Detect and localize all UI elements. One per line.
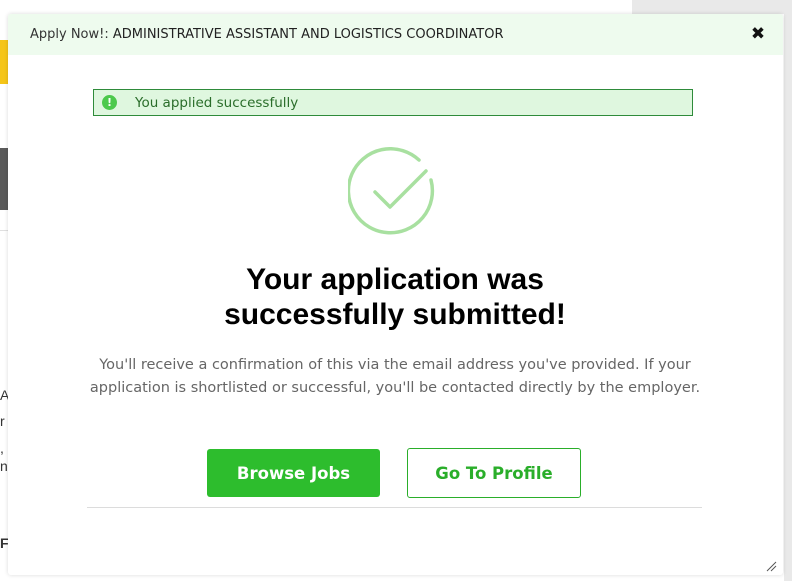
checkmark-circle-icon (346, 147, 440, 239)
background-text: , (0, 440, 4, 456)
apply-modal: Apply Now!: ADMINISTRATIVE ASSISTANT AND… (8, 14, 783, 575)
close-icon[interactable]: ✖ (749, 24, 767, 44)
modal-divider (87, 507, 702, 508)
background-image (0, 148, 8, 210)
modal-title-prefix: Apply Now!: (30, 27, 113, 42)
background-strip (784, 0, 792, 581)
headline-line-1: Your application was (246, 263, 544, 296)
browse-jobs-button[interactable]: Browse Jobs (207, 449, 380, 497)
go-to-profile-button[interactable]: Go To Profile (407, 448, 581, 498)
success-description: You'll receive a confirmation of this vi… (89, 357, 701, 396)
modal-title-job: ADMINISTRATIVE ASSISTANT AND LOGISTICS C… (112, 27, 504, 42)
resize-handle-icon[interactable] (765, 557, 777, 572)
success-alert: ! You applied successfully (93, 89, 693, 116)
headline-line-2: successfully submitted! (224, 298, 566, 331)
background-text: r (0, 413, 5, 429)
background-strip (632, 0, 792, 14)
exclamation-circle-icon: ! (102, 95, 117, 110)
modal-title: Apply Now!: ADMINISTRATIVE ASSISTANT AND… (30, 27, 504, 42)
modal-header: Apply Now!: ADMINISTRATIVE ASSISTANT AND… (8, 14, 783, 55)
background-banner (0, 40, 8, 84)
background-divider (0, 230, 8, 231)
background-text: n (0, 458, 8, 474)
success-headline: Your application was successfully submit… (95, 262, 695, 332)
alert-text: You applied successfully (135, 94, 299, 111)
